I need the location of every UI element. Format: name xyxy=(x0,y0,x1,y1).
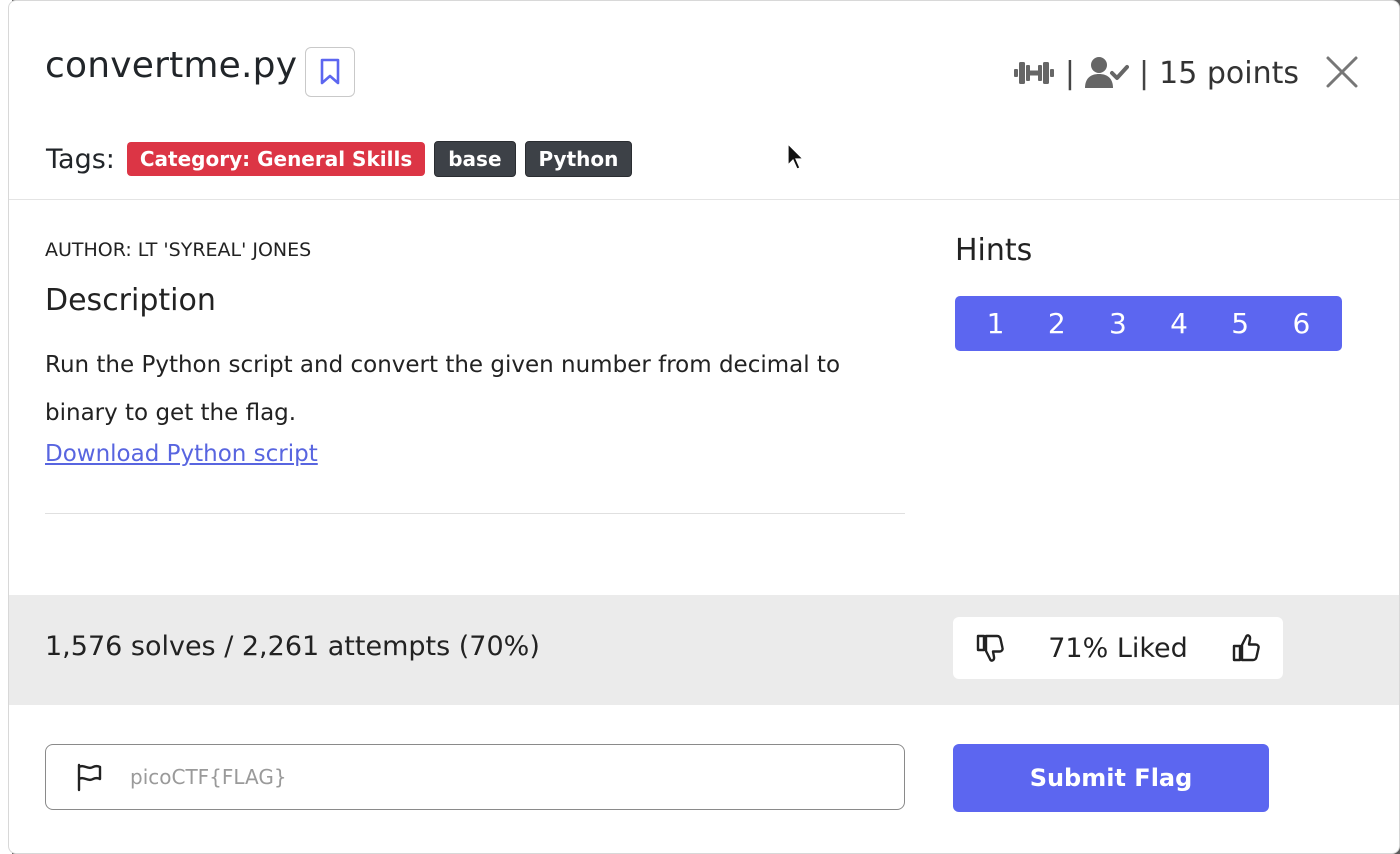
challenge-title: convertme.py xyxy=(45,45,298,86)
flag-input[interactable] xyxy=(128,764,832,790)
hint-button-4[interactable]: 4 xyxy=(1154,307,1204,340)
close-icon xyxy=(1326,56,1358,88)
stats-band: 1,576 solves / 2,261 attempts (70%) 71% … xyxy=(9,595,1399,705)
user-check-icon xyxy=(1085,57,1130,88)
author-label: AUTHOR: LT 'SYREAL' JONES xyxy=(45,239,312,261)
solves-stats: 1,576 solves / 2,261 attempts (70%) xyxy=(45,631,540,662)
dumbbell-icon xyxy=(1013,62,1054,84)
meta-separator: | xyxy=(1139,55,1150,91)
thumbs-up-icon[interactable] xyxy=(1231,633,1261,663)
hint-button-5[interactable]: 5 xyxy=(1215,307,1265,340)
tag-python[interactable]: Python xyxy=(524,141,633,177)
bookmark-button[interactable] xyxy=(305,47,355,97)
points-label: 15 points xyxy=(1159,55,1299,91)
flag-input-wrapper xyxy=(45,744,905,810)
hint-button-6[interactable]: 6 xyxy=(1276,307,1326,340)
flag-icon xyxy=(77,763,102,792)
modal-header: convertme.py | | 15 points Tags: Categor… xyxy=(9,1,1399,200)
close-button[interactable] xyxy=(1325,55,1359,89)
liked-percentage: 71% Liked xyxy=(1048,632,1188,664)
hints-bar: 1 2 3 4 5 6 xyxy=(955,296,1342,351)
tag-category[interactable]: Category: General Skills xyxy=(126,142,426,176)
download-script-link[interactable]: Download Python script xyxy=(45,441,318,467)
hint-button-2[interactable]: 2 xyxy=(1032,307,1082,340)
like-widget: 71% Liked xyxy=(953,617,1283,679)
mouse-cursor-icon xyxy=(787,143,805,170)
challenge-meta: | | 15 points xyxy=(1013,53,1299,93)
submit-flag-button[interactable]: Submit Flag xyxy=(953,744,1269,812)
tag-base[interactable]: base xyxy=(434,141,516,177)
meta-separator: | xyxy=(1064,55,1076,91)
tags-label: Tags: xyxy=(46,143,115,175)
tag-list: Tags: Category: General Skills base Pyth… xyxy=(46,141,633,177)
thumbs-down-icon[interactable] xyxy=(975,633,1005,663)
hint-button-1[interactable]: 1 xyxy=(971,307,1021,340)
hint-button-3[interactable]: 3 xyxy=(1093,307,1143,340)
challenge-modal: convertme.py | | 15 points Tags: Categor… xyxy=(8,0,1400,854)
bookmark-icon xyxy=(320,58,340,85)
hints-heading: Hints xyxy=(955,233,1033,268)
description-heading: Description xyxy=(45,283,216,318)
content-divider xyxy=(45,513,905,514)
description-text: Run the Python script and convert the gi… xyxy=(45,352,841,426)
